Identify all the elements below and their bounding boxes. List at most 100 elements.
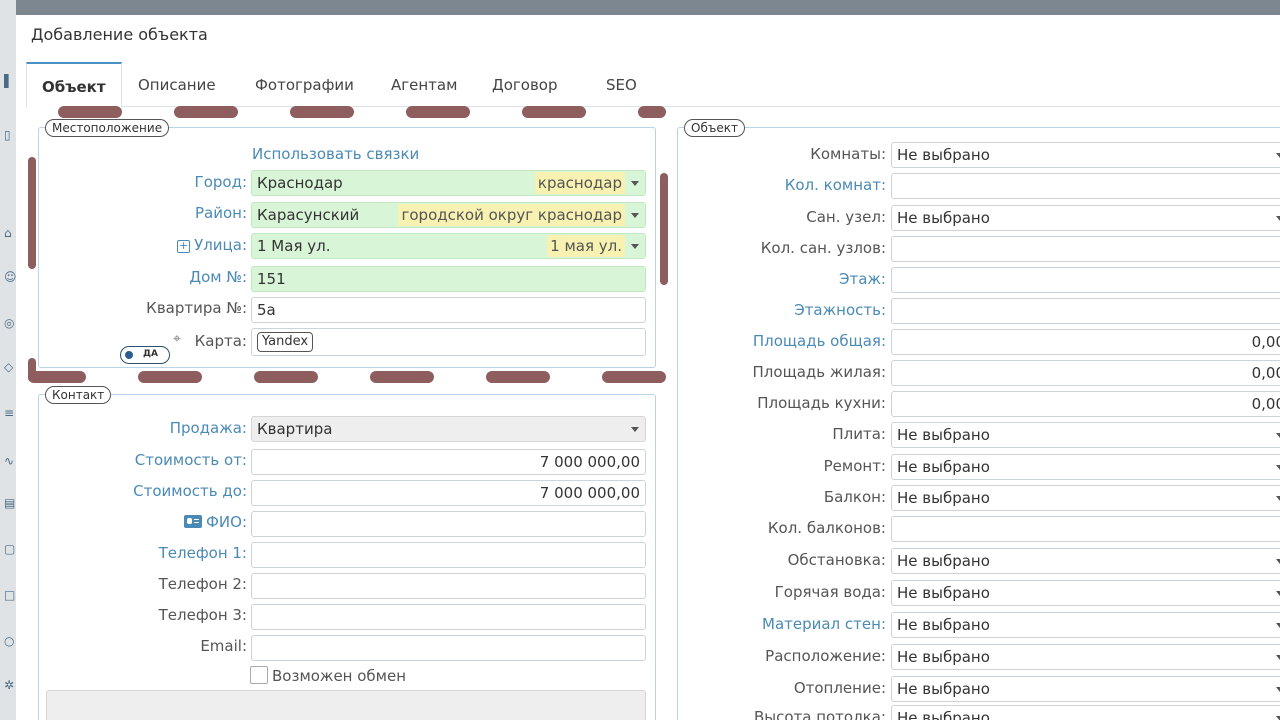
map-pin-icon: ⌖ — [173, 331, 181, 347]
use-links-link[interactable]: Использовать связки — [252, 145, 419, 163]
fio-input[interactable] — [251, 511, 646, 537]
tab-contract[interactable]: Договор — [477, 62, 573, 107]
object-row-input[interactable] — [891, 173, 1280, 199]
bg-app-icon: ▌ — [4, 74, 14, 88]
shield-icon: ◇ — [4, 360, 14, 374]
object-row-value: Не выбрано — [897, 680, 990, 698]
bg-app-icon: ▯ — [4, 128, 11, 142]
apartment-label: Квартира №: — [146, 299, 247, 317]
district-label: Район: — [194, 204, 247, 222]
price-from-label: Стоимость от: — [134, 451, 247, 469]
object-row-label: Отопление: — [793, 679, 886, 697]
object-row-label: Площадь кухни: — [757, 394, 886, 412]
object-row-select[interactable]: Не выбрано — [891, 205, 1280, 231]
doc-icon: ▤ — [4, 496, 16, 510]
sale-value: Квартира — [257, 420, 333, 438]
price-from-input[interactable]: 7 000 000,00 — [251, 449, 646, 475]
object-row-select[interactable]: Не выбрано — [891, 454, 1280, 480]
chevron-down-icon — [1276, 216, 1280, 221]
object-row-input[interactable]: 0,00 — [891, 329, 1280, 355]
street-select[interactable]: 1 Мая ул. 1 мая ул. — [251, 233, 646, 259]
tab-description[interactable]: Описание — [123, 62, 231, 107]
city-select[interactable]: Краснодар краснодар — [251, 170, 646, 196]
sale-label: Продажа: — [169, 419, 247, 437]
city-value: Краснодар — [257, 174, 343, 192]
chevron-down-icon — [631, 244, 639, 249]
contact-card-icon[interactable] — [184, 515, 202, 528]
price-to-label: Стоимость до: — [133, 482, 247, 500]
house-input[interactable]: 151 — [251, 266, 646, 292]
object-row-select[interactable]: Не выбрано — [891, 612, 1280, 638]
phone2-input[interactable] — [251, 573, 646, 599]
object-row-label: Сан. узел: — [806, 208, 886, 226]
tab-photos[interactable]: Фотографии — [240, 62, 369, 107]
object-row-input[interactable] — [891, 236, 1280, 262]
object-row-select[interactable]: Не выбрано — [891, 705, 1280, 720]
user-icon: ☺ — [4, 270, 16, 284]
object-row-select[interactable]: Не выбрано — [891, 142, 1280, 168]
map-toggle[interactable]: ДА — [120, 346, 170, 364]
chevron-down-icon — [1276, 655, 1280, 660]
object-row-select[interactable]: Не выбрано — [891, 422, 1280, 448]
object-row-value: Не выбрано — [897, 489, 990, 507]
tab-bar: Объект Описание Фотографии Агентам Догов… — [26, 62, 1280, 108]
settings-icon: ✲ — [4, 678, 15, 692]
object-row-input[interactable]: 0,00 — [891, 391, 1280, 417]
tab-object[interactable]: Объект — [26, 62, 122, 108]
object-row-label: Высота потолка: — [753, 708, 886, 720]
exchange-checkbox[interactable] — [250, 666, 268, 684]
object-row-input[interactable] — [891, 267, 1280, 293]
chevron-down-icon — [1276, 559, 1280, 564]
object-row-value: 0,00 — [1251, 395, 1280, 413]
chevron-down-icon — [631, 181, 639, 186]
object-row-select[interactable]: Не выбрано — [891, 644, 1280, 670]
phone3-input[interactable] — [251, 604, 646, 630]
location-legend: Местоположение — [45, 119, 170, 137]
globe-icon: ◎ — [4, 316, 15, 330]
chevron-down-icon — [1276, 153, 1280, 158]
add-street-icon[interactable]: + — [177, 240, 191, 253]
chevron-down-icon — [1276, 591, 1280, 596]
street-label-text: Улица: — [194, 236, 247, 254]
object-row-value: Не выбрано — [897, 458, 990, 476]
object-row-value: Не выбрано — [897, 709, 990, 720]
box-icon: □ — [4, 588, 16, 602]
object-row-label: Комнаты: — [810, 145, 886, 163]
object-row-input[interactable]: 0,00 — [891, 360, 1280, 386]
map-field: Yandex — [251, 328, 646, 356]
add-object-modal: Добавление объекта Объект Описание Фотог… — [16, 15, 1280, 720]
object-row-label: Кол. сан. узлов: — [760, 239, 886, 257]
price-to-input[interactable]: 7 000 000,00 — [251, 480, 646, 506]
district-value: Карасунский — [257, 206, 360, 224]
contact-notes-area[interactable] — [46, 690, 646, 720]
toggle-label: ДА — [143, 349, 158, 359]
object-row-label: Кол. комнат: — [784, 176, 886, 194]
city-hint: краснодар — [534, 172, 625, 194]
object-row-input[interactable] — [891, 516, 1280, 542]
tab-seo[interactable]: SEO — [591, 62, 652, 107]
chat-icon: ○ — [4, 634, 15, 648]
object-row-select[interactable]: Не выбрано — [891, 580, 1280, 606]
object-row-label: Плита: — [832, 425, 886, 443]
sale-select[interactable]: Квартира — [251, 416, 646, 442]
district-select[interactable]: Карасунский городской округ краснодар — [251, 202, 646, 228]
object-row-input[interactable] — [891, 298, 1280, 324]
tab-agents[interactable]: Агентам — [376, 62, 472, 107]
phone3-label: Телефон 3: — [158, 606, 247, 624]
phone1-input[interactable] — [251, 542, 646, 568]
chevron-down-icon — [631, 427, 639, 432]
object-row-select[interactable]: Не выбрано — [891, 548, 1280, 574]
object-row-value: Не выбрано — [897, 426, 990, 444]
object-row-select[interactable]: Не выбрано — [891, 485, 1280, 511]
chevron-down-icon — [631, 213, 639, 218]
map-provider-chip[interactable]: Yandex — [257, 332, 314, 352]
street-label: + Улица: — [177, 236, 247, 254]
object-row-value: Не выбрано — [897, 209, 990, 227]
object-row-select[interactable]: Не выбрано — [891, 676, 1280, 702]
email-input[interactable] — [251, 635, 646, 661]
object-row-label: Площадь общая: — [752, 332, 886, 350]
street-value: 1 Мая ул. — [257, 237, 331, 255]
object-legend: Объект — [684, 119, 745, 137]
apartment-input[interactable]: 5а — [251, 297, 646, 323]
object-row-label: Расположение: — [765, 647, 886, 665]
